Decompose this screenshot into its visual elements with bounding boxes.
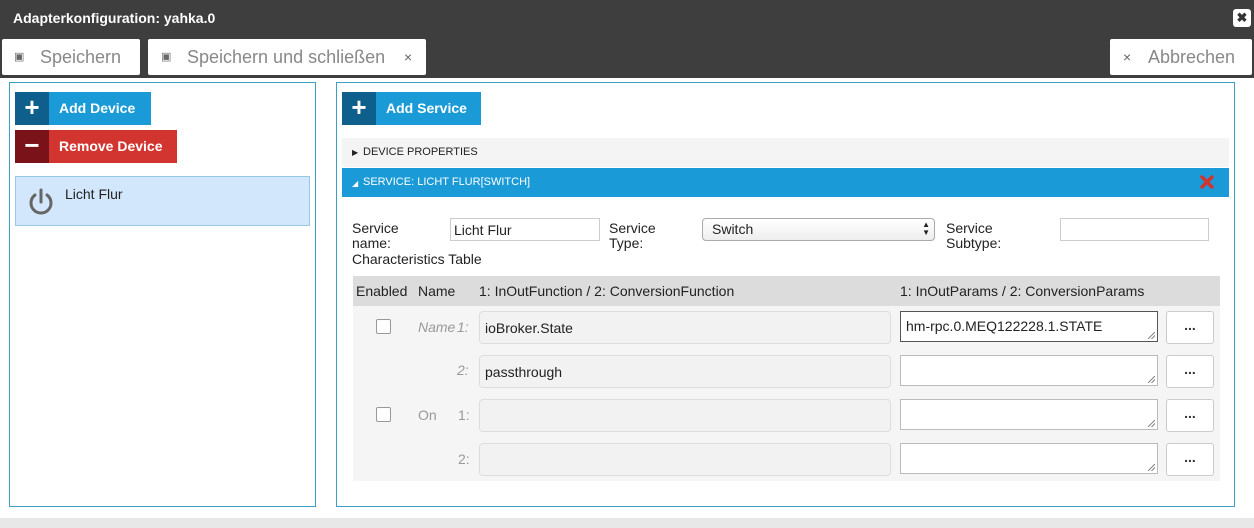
more-button[interactable]: ... [1166,443,1214,476]
inout-function-field[interactable]: ioBroker.State [479,311,891,344]
service-header-title: SERVICE: LICHT FLUR[SWITCH] [363,176,531,188]
device-list-item[interactable]: Licht Flur [15,176,310,226]
characteristic-name: Name [418,319,456,335]
more-button[interactable]: ... [1166,355,1214,388]
service-subtype-label-line2: Subtype: [946,235,1002,251]
cancel-label: Abbrechen [1148,47,1236,67]
more-button[interactable]: ... [1166,311,1214,344]
device-panel: + Add Device − Remove Device Licht Flur [9,82,316,507]
save-and-close-button[interactable]: ▣ Speichern und schließen × [148,39,426,75]
service-subtype-label-line1: Service [946,220,993,236]
service-type-label-line1: Service [609,220,656,236]
characteristic-name: On [418,407,437,423]
bottom-strip [0,518,1254,528]
table-header: Enabled Name 1: InOutFunction / 2: Conve… [353,276,1220,306]
add-service-button[interactable]: + Add Service [342,92,481,125]
cancel-button[interactable]: × Abbrechen [1110,39,1252,75]
service-name-input[interactable] [450,218,600,241]
service-type-value: Switch [712,221,754,237]
device-properties-header[interactable]: ▶ DEVICE PROPERTIES [342,138,1229,167]
save-and-close-label: Speichern und schließen [187,47,386,67]
window-titlebar: Adapterkonfiguration: yahka.0 ✖ [0,0,1254,37]
header-function: 1: InOutFunction / 2: ConversionFunction [479,283,735,299]
characteristics-table-label: Characteristics Table [352,251,482,267]
power-icon [29,188,53,215]
characteristics-table: Enabled Name 1: InOutFunction / 2: Conve… [353,276,1220,481]
resize-grip-icon [1148,376,1155,383]
header-enabled: Enabled [356,283,408,299]
caret-down-icon: ◢ [352,179,359,188]
row-index-1: 1: [457,319,469,335]
service-name-label-line2: name: [352,235,391,251]
conversion-params-field[interactable] [900,443,1158,474]
service-subtype-input[interactable] [1060,218,1209,241]
resize-grip-icon [1148,464,1155,471]
window-close-button[interactable]: ✖ [1233,9,1251,27]
plus-icon: + [15,92,49,125]
toolbar: ▣ Speichern ▣ Speichern und schließen × … [0,37,1254,78]
more-button[interactable]: ... [1166,399,1214,432]
service-type-label: Service Type: [609,221,656,251]
conversion-params-field[interactable] [900,355,1158,386]
floppy-icon: ▣ [161,51,172,63]
row-index-2: 2: [458,451,470,467]
service-subtype-label: Service Subtype: [946,221,1001,251]
conversion-function-field[interactable] [479,443,891,476]
enabled-checkbox[interactable] [376,407,391,422]
resize-grip-icon [1148,420,1155,427]
updown-arrows-icon: ▲ ▼ [922,220,930,237]
inout-params-field[interactable]: hm-rpc.0.MEQ122228.1.STATE [900,311,1158,342]
resize-grip-icon [1148,332,1155,339]
close-icon: × [404,49,413,65]
header-params: 1: InOutParams / 2: ConversionParams [900,283,1145,299]
save-button[interactable]: ▣ Speichern [2,39,140,75]
service-name-label: Service name: [352,221,399,251]
row-index-1: 1: [458,407,470,423]
device-name: Licht Flur [65,186,123,202]
close-icon: × [1123,49,1132,65]
service-name-label-line1: Service [352,220,399,236]
inout-params-field[interactable] [900,399,1158,430]
service-type-label-line2: Type: [609,235,644,251]
service-type-select[interactable]: Switch ▲ ▼ [702,218,935,241]
service-header[interactable]: ◢ SERVICE: LICHT FLUR[SWITCH] [342,168,1229,197]
service-panel: + Add Service ▶ DEVICE PROPERTIES ◢ SERV… [336,82,1235,507]
caret-right-icon: ▶ [352,148,359,157]
plus-icon: + [342,92,376,125]
inout-function-field[interactable] [479,399,891,432]
remove-device-button[interactable]: − Remove Device [15,130,177,163]
floppy-icon: ▣ [14,51,25,63]
remove-device-label: Remove Device [59,138,163,154]
inout-params-value: hm-rpc.0.MEQ122228.1.STATE [906,318,1103,334]
row-index-2: 2: [457,362,469,378]
conversion-function-field[interactable]: passthrough [479,355,891,388]
add-device-button[interactable]: + Add Device [15,92,151,125]
enabled-checkbox[interactable] [376,319,391,334]
save-label: Speichern [40,47,122,67]
add-device-label: Add Device [59,100,136,116]
delete-service-icon[interactable] [1199,174,1215,190]
window-title: Adapterkonfiguration: yahka.0 [13,10,216,26]
header-name: Name [418,283,456,299]
device-properties-title: DEVICE PROPERTIES [363,146,478,158]
add-service-label: Add Service [386,100,467,116]
minus-icon: − [15,130,49,163]
